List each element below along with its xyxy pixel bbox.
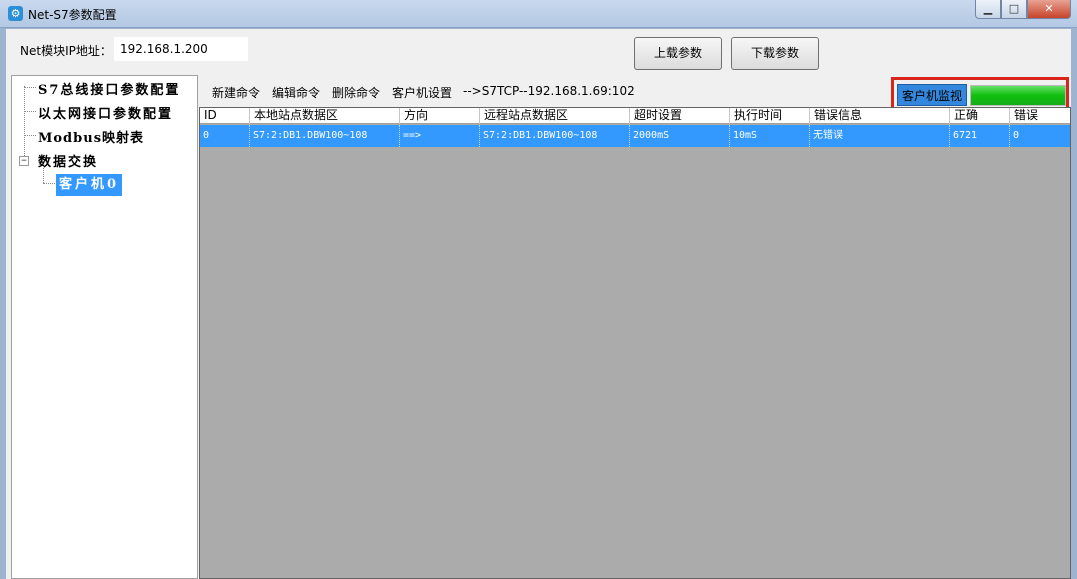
new-command-button[interactable]: 新建命令 (212, 84, 260, 101)
column-header[interactable]: 超时设置 (630, 108, 730, 124)
delete-command-button[interactable]: 删除命令 (332, 84, 380, 101)
ip-label: Net模块IP地址： (20, 44, 112, 58)
edit-command-button[interactable]: 编辑命令 (272, 84, 320, 101)
column-header[interactable]: 错误 (1010, 108, 1070, 124)
client-area: Net模块IP地址： 192.168.1.200 上载参数 下载参数 S7总线接… (6, 29, 1071, 579)
minimize-button[interactable]: ▁ (975, 0, 1001, 19)
table-cell: 无错误 (810, 125, 950, 147)
table-cell: 0 (1013, 130, 1020, 141)
table-cell: S7:2:DB1.DBW100~108 (480, 125, 630, 147)
table-row[interactable]: 0 S7:2:DB1.DBW100~108 ==> S7:2:DB1.DBW10… (200, 125, 1070, 147)
command-table: ID 本地站点数据区 方向 远程站点数据区 超时设置 执行时间 错误信息 正确 … (199, 107, 1071, 579)
client-monitor-button[interactable]: 客户机监视 (897, 84, 967, 106)
table-cell: ==> (400, 125, 480, 147)
ip-address-field[interactable]: 192.168.1.200 (114, 37, 248, 61)
client-settings-button[interactable]: 客户机设置 (392, 84, 452, 101)
window-controls: ▁ □ ✕ (975, 0, 1071, 20)
close-button[interactable]: ✕ (1027, 0, 1071, 19)
column-header[interactable]: 方向 (400, 108, 480, 124)
tree-item-modbus[interactable]: Modbus映射表 (38, 127, 144, 146)
column-header[interactable]: 远程站点数据区 (480, 108, 630, 124)
maximize-button[interactable]: □ (1001, 0, 1027, 19)
table-cell: 0 (200, 125, 250, 147)
tree-item-s7-bus[interactable]: S7总线接口参数配置 (38, 79, 180, 98)
tree-item-client0[interactable]: 客户机0 (56, 174, 123, 196)
tree-item-data-exchange[interactable]: 数据交换 (38, 151, 98, 170)
gear-icon: ⚙ (8, 6, 23, 21)
table-cell: 10mS (730, 125, 810, 147)
monitor-progress-fill (971, 86, 1065, 105)
command-panel: 新建命令 编辑命令 删除命令 客户机设置 -->S7TCP--192.168.1… (199, 75, 1071, 579)
column-header[interactable]: 正确 (950, 108, 1010, 124)
table-cell: 6721 (950, 125, 1010, 147)
column-header[interactable]: 本地站点数据区 (250, 108, 400, 124)
column-header[interactable]: 执行时间 (730, 108, 810, 124)
upload-button[interactable]: 上载参数 (634, 37, 722, 70)
monitor-progress-bar (970, 85, 1066, 106)
table-header: ID 本地站点数据区 方向 远程站点数据区 超时设置 执行时间 错误信息 正确 … (200, 108, 1070, 124)
window-title: Net-S7参数配置 (28, 8, 117, 22)
collapse-icon[interactable]: − (19, 156, 29, 166)
tree-item-ethernet[interactable]: 以太网接口参数配置 (38, 103, 173, 122)
nav-tree: S7总线接口参数配置 以太网接口参数配置 Modbus映射表 − 数据交换 客户… (11, 75, 198, 579)
title-bar: ⚙ Net-S7参数配置 ▁ □ ✕ (0, 0, 1077, 28)
download-button[interactable]: 下载参数 (731, 37, 819, 70)
table-cell: 2000mS (630, 125, 730, 147)
connection-info: -->S7TCP--192.168.1.69:102 (463, 84, 635, 98)
table-cell: S7:2:DB1.DBW100~108 (250, 125, 400, 147)
column-header[interactable]: 错误信息 (810, 108, 950, 124)
column-header[interactable]: ID (200, 108, 250, 124)
